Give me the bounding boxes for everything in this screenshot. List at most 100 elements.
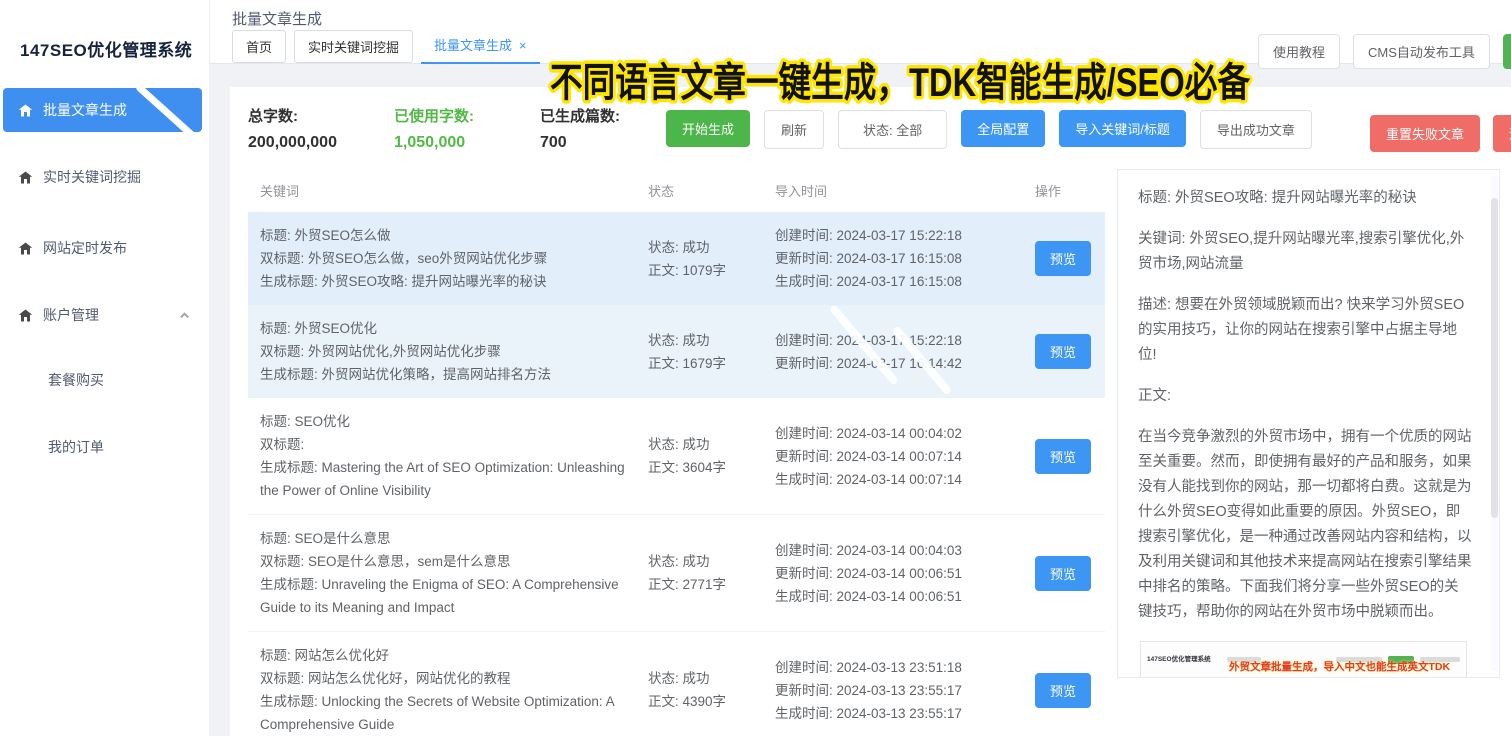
home-icon [18, 241, 33, 256]
scrollbar-thumb[interactable] [1491, 198, 1498, 518]
column-header-action: 操作 [1035, 181, 1105, 200]
updated-time: 更新时间: 2024-03-14 00:07:14 [775, 445, 1035, 468]
time-cell: 创建时间: 2024-03-14 00:04:02 更新时间: 2024-03-… [775, 410, 1035, 502]
table-header: 关键词 状态 导入时间 操作 [248, 171, 1105, 212]
generated-title-line: 生成标题: Mastering the Art of SEO Optimizat… [260, 456, 632, 502]
vertical-scrollbar[interactable] [1491, 176, 1498, 671]
app-logo: 147SEO优化管理系统 [0, 0, 209, 88]
updated-time: 更新时间: 2024-03-17 16:14:42 [775, 352, 1035, 375]
status-cell: 状态: 成功 正文: 3604字 [648, 410, 775, 502]
breadcrumb: 批量文章生成 [232, 0, 322, 29]
created-time: 创建时间: 2024-03-14 00:04:03 [775, 539, 1035, 562]
sidebar-item-realtime-keyword-mining[interactable]: 实时关键词挖掘 [3, 155, 202, 199]
stat-label: 总字数: [248, 105, 380, 126]
keyword-cell: 标题: 外贸SEO优化 双标题: 外贸网站优化,外贸网站优化步骤 生成标题: 外… [248, 317, 648, 386]
stat-used-words: 已使用字数: 1,050,000 [394, 105, 526, 152]
status-text: 状态: 成功 [648, 667, 775, 690]
column-header-import-time: 导入时间 [775, 181, 1035, 200]
generated-title-line: 生成标题: 外贸网站优化策略，提高网站排名方法 [260, 363, 632, 386]
tab-realtime-keyword-mining[interactable]: 实时关键词挖掘 [294, 30, 413, 63]
sidebar-item-batch-article-generation[interactable]: 批量文章生成 [3, 88, 202, 132]
created-time: 创建时间: 2024-03-13 23:51:18 [775, 656, 1035, 679]
close-icon[interactable]: × [519, 38, 527, 53]
stat-label: 已使用字数: [394, 105, 526, 126]
table-row[interactable]: 标题: 外贸SEO优化 双标题: 外贸网站优化,外贸网站优化步骤 生成标题: 外… [248, 305, 1105, 398]
content-card: 总字数: 200,000,000 已使用字数: 1,050,000 已生成篇数:… [230, 87, 1511, 736]
status-text: 状态: 成功 [648, 550, 775, 573]
updated-time: 更新时间: 2024-03-17 16:15:08 [775, 247, 1035, 270]
created-time: 创建时间: 2024-03-17 15:22:18 [775, 224, 1035, 247]
sidebar-item-account-management[interactable]: 账户管理 [3, 293, 202, 337]
word-count: 正文: 1079字 [648, 259, 775, 282]
keyword-cell: 标题: SEO优化 双标题: 生成标题: Mastering the Art o… [248, 410, 648, 502]
preview-button[interactable]: 预览 [1035, 673, 1091, 708]
title-line: 标题: 外贸SEO优化 [260, 317, 632, 340]
status-cell: 状态: 成功 正文: 2771字 [648, 527, 775, 619]
preview-button[interactable]: 预览 [1035, 334, 1091, 369]
stat-value: 200,000,000 [248, 134, 380, 152]
updated-time: 更新时间: 2024-03-13 23:55:17 [775, 679, 1035, 702]
stat-label: 已生成篇数: [540, 105, 652, 126]
title-line: 标题: SEO优化 [260, 410, 632, 433]
tab-batch-article-generation[interactable]: 批量文章生成× [421, 29, 540, 63]
table-row[interactable]: 标题: SEO是什么意思 双标题: SEO是什么意思，sem是什么意思 生成标题… [248, 515, 1105, 632]
content-area: 总字数: 200,000,000 已使用字数: 1,050,000 已生成篇数:… [210, 64, 1511, 736]
column-header-status: 状态 [648, 181, 775, 200]
start-generate-button[interactable]: 开始生成 [666, 110, 750, 147]
sidebar-item-label: 实时关键词挖掘 [43, 167, 190, 187]
title-line: 标题: 外贸SEO怎么做 [260, 224, 632, 247]
generated-time: 生成时间: 2024-03-14 00:07:14 [775, 468, 1035, 491]
toolbar: 总字数: 200,000,000 已使用字数: 1,050,000 已生成篇数:… [248, 105, 1511, 161]
status-text: 状态: 成功 [648, 329, 775, 352]
column-header-keyword: 关键词 [248, 181, 648, 200]
preview-button[interactable]: 预览 [1035, 556, 1091, 591]
home-icon [18, 308, 33, 323]
title-line: 标题: 网站怎么优化好 [260, 644, 632, 667]
keyword-cell: 标题: 网站怎么优化好 双标题: 网站怎么优化好，网站优化的教程 生成标题: U… [248, 644, 648, 736]
home-icon [18, 170, 33, 185]
preview-button[interactable]: 预览 [1035, 439, 1091, 474]
word-count: 正文: 3604字 [648, 456, 775, 479]
time-cell: 创建时间: 2024-03-17 15:22:18 更新时间: 2024-03-… [775, 317, 1035, 386]
time-cell: 创建时间: 2024-03-13 23:51:18 更新时间: 2024-03-… [775, 644, 1035, 736]
stat-total-words: 总字数: 200,000,000 [248, 105, 380, 152]
preview-body-label: 正文: [1138, 384, 1473, 409]
sidebar-item-package-purchase[interactable]: 套餐购买 [0, 360, 209, 400]
tab-home[interactable]: 首页 [232, 30, 286, 63]
keyword-cell: 标题: SEO是什么意思 双标题: SEO是什么意思，sem是什么意思 生成标题… [248, 527, 648, 619]
time-cell: 创建时间: 2024-03-17 15:22:18 更新时间: 2024-03-… [775, 224, 1035, 293]
double-title-line: 双标题: 外贸网站优化,外贸网站优化步骤 [260, 340, 632, 363]
word-count: 正文: 4390字 [648, 690, 775, 713]
stat-generated-count: 已生成篇数: 700 [540, 105, 652, 152]
global-config-button[interactable]: 全局配置 [961, 110, 1045, 147]
created-time: 创建时间: 2024-03-17 15:22:18 [775, 329, 1035, 352]
article-preview-panel: 标题: 外贸SEO攻略: 提升网站曝光率的秘诀 关键词: 外贸SEO,提升网站曝… [1117, 169, 1500, 678]
double-title-line: 双标题: [260, 433, 632, 456]
sidebar-item-site-scheduled-publish[interactable]: 网站定时发布 [3, 226, 202, 270]
generated-title-line: 生成标题: Unlocking the Secrets of Website O… [260, 690, 632, 736]
status-cell: 状态: 成功 正文: 4390字 [648, 644, 775, 736]
clear-articles-button[interactable]: 清空文章 [1493, 115, 1511, 152]
updated-time: 更新时间: 2024-03-14 00:06:51 [775, 562, 1035, 585]
table-row[interactable]: 标题: 网站怎么优化好 双标题: 网站怎么优化好，网站优化的教程 生成标题: U… [248, 632, 1105, 736]
generated-time: 生成时间: 2024-03-17 16:15:08 [775, 270, 1035, 293]
preview-button[interactable]: 预览 [1035, 241, 1091, 276]
status-text: 状态: 成功 [648, 236, 775, 259]
preview-body: 在当今竞争激烈的外贸市场中，拥有一个优质的网站至关重要。然而，即使拥有最好的产品… [1138, 425, 1473, 625]
sidebar-item-my-orders[interactable]: 我的订单 [0, 427, 209, 467]
articles-table: 关键词 状态 导入时间 操作 标题: 外贸SEO怎么做 双标题: 外贸SEO怎么… [248, 171, 1105, 736]
table-row[interactable]: 标题: SEO优化 双标题: 生成标题: Mastering the Art o… [248, 398, 1105, 515]
refresh-button[interactable]: 刷新 [764, 110, 824, 149]
time-cell: 创建时间: 2024-03-14 00:04:03 更新时间: 2024-03-… [775, 527, 1035, 619]
embedded-screenshot-thumbnail: 147SEO优化管理系统 外贸文章批量生成，导入中文也能生成英文TDK [1140, 641, 1467, 678]
status-text: 状态: 成功 [648, 433, 775, 456]
app-root: 147SEO优化管理系统 批量文章生成 实时关键词挖掘 网站定时发布 账户管理 … [0, 0, 1511, 736]
import-keywords-button[interactable]: 导入关键词/标题 [1059, 110, 1186, 147]
status-cell: 状态: 成功 正文: 1679字 [648, 317, 775, 386]
table-row[interactable]: 标题: 外贸SEO怎么做 双标题: 外贸SEO怎么做，seo外贸网站优化步骤 生… [248, 212, 1105, 305]
sidebar: 147SEO优化管理系统 批量文章生成 实时关键词挖掘 网站定时发布 账户管理 … [0, 0, 210, 736]
status-filter-select[interactable]: 状态: 全部 [838, 110, 947, 149]
generated-title-line: 生成标题: 外贸SEO攻略: 提升网站曝光率的秘诀 [260, 270, 632, 293]
export-success-button[interactable]: 导出成功文章 [1200, 110, 1312, 149]
reset-failed-button[interactable]: 重置失败文章 [1370, 115, 1480, 152]
